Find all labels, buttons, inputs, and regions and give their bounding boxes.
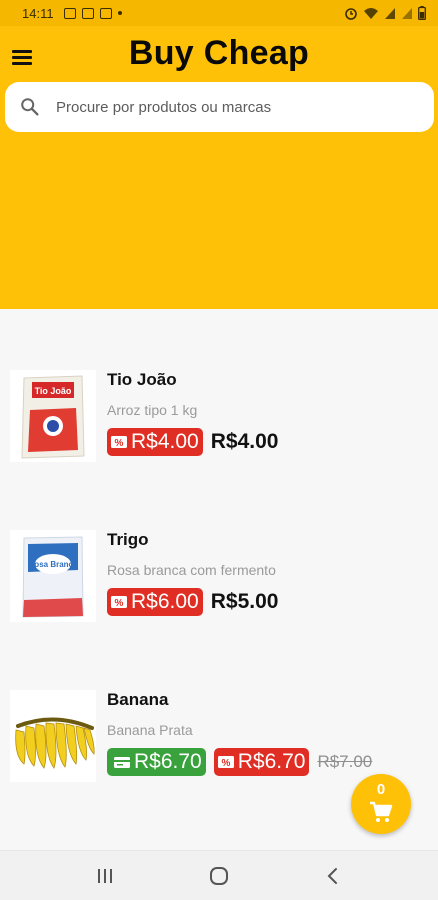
back-icon[interactable] bbox=[322, 865, 344, 887]
banana-icon bbox=[10, 690, 96, 782]
alarm-icon bbox=[345, 8, 357, 20]
svg-text:%: % bbox=[115, 438, 124, 449]
svg-text:%: % bbox=[115, 598, 124, 609]
shopping-cart-icon bbox=[370, 801, 393, 822]
card-price-badge: R$6.70 bbox=[107, 748, 206, 776]
product-name: Tio João bbox=[107, 370, 177, 389]
battery-icon bbox=[418, 6, 426, 20]
signal-icon-2 bbox=[402, 7, 412, 19]
card-price: R$6.70 bbox=[134, 750, 202, 773]
recent-apps-icon[interactable] bbox=[94, 865, 116, 887]
system-navigation-bar bbox=[0, 850, 438, 900]
svg-text:Tio João: Tio João bbox=[35, 386, 72, 396]
app-title: Buy Cheap bbox=[128, 34, 310, 72]
notification-icons bbox=[63, 7, 122, 19]
signal-icon bbox=[385, 7, 395, 19]
product-description: Rosa branca com fermento bbox=[107, 562, 276, 578]
coupon-icon: % bbox=[111, 436, 127, 449]
search-icon bbox=[21, 98, 39, 116]
coupon-icon: % bbox=[217, 756, 234, 769]
discount-price: R$6.00 bbox=[131, 590, 199, 613]
rice-bag-icon: Tio João bbox=[10, 370, 96, 462]
svg-text:%: % bbox=[221, 758, 230, 769]
svg-text:Rosa Branca: Rosa Branca bbox=[29, 560, 78, 569]
product-name: Trigo bbox=[107, 530, 149, 549]
final-price: R$5.00 bbox=[210, 590, 279, 613]
product-item[interactable]: Rosa Branca Trigo Rosa branca com fermen… bbox=[0, 530, 438, 640]
flour-bag-icon: Rosa Branca bbox=[10, 530, 96, 622]
gmail-notification-icon-2 bbox=[99, 7, 112, 19]
status-bar: 14:11 bbox=[0, 0, 438, 26]
product-item[interactable]: Tio João Tio João Arroz tipo 1 kg % R$4.… bbox=[0, 370, 438, 480]
wifi-icon bbox=[364, 7, 378, 19]
final-price: R$4.00 bbox=[210, 430, 279, 453]
home-icon[interactable] bbox=[208, 865, 230, 887]
discount-price: R$6.70 bbox=[237, 750, 306, 773]
card-icon bbox=[114, 757, 130, 768]
discount-price-badge: % R$6.00 bbox=[107, 588, 203, 616]
status-time: 14:11 bbox=[22, 5, 54, 21]
search-bar[interactable] bbox=[5, 82, 434, 132]
old-price: R$7.00 bbox=[317, 752, 373, 771]
product-description: Banana Prata bbox=[107, 722, 193, 738]
coupon-icon: % bbox=[111, 596, 127, 609]
discount-price: R$4.00 bbox=[131, 430, 199, 453]
product-name: Banana bbox=[107, 690, 169, 709]
cart-count: 0 bbox=[376, 781, 386, 798]
cart-button[interactable]: 0 bbox=[351, 774, 411, 834]
discount-price-badge: % R$4.00 bbox=[107, 428, 203, 456]
app-header: Buy Cheap bbox=[0, 26, 438, 309]
more-notifications-icon bbox=[117, 11, 122, 15]
price-row: % R$4.00 R$4.00 bbox=[107, 428, 278, 456]
system-icons bbox=[344, 6, 426, 20]
price-row: % R$6.00 R$5.00 bbox=[107, 588, 278, 616]
search-input[interactable] bbox=[56, 98, 396, 116]
image-notification-icon bbox=[63, 7, 76, 19]
gmail-notification-icon bbox=[81, 7, 94, 19]
discount-price-badge: % R$6.70 bbox=[213, 748, 310, 776]
price-row: R$6.70 % R$6.70 R$7.00 bbox=[107, 748, 372, 776]
product-description: Arroz tipo 1 kg bbox=[107, 402, 198, 418]
